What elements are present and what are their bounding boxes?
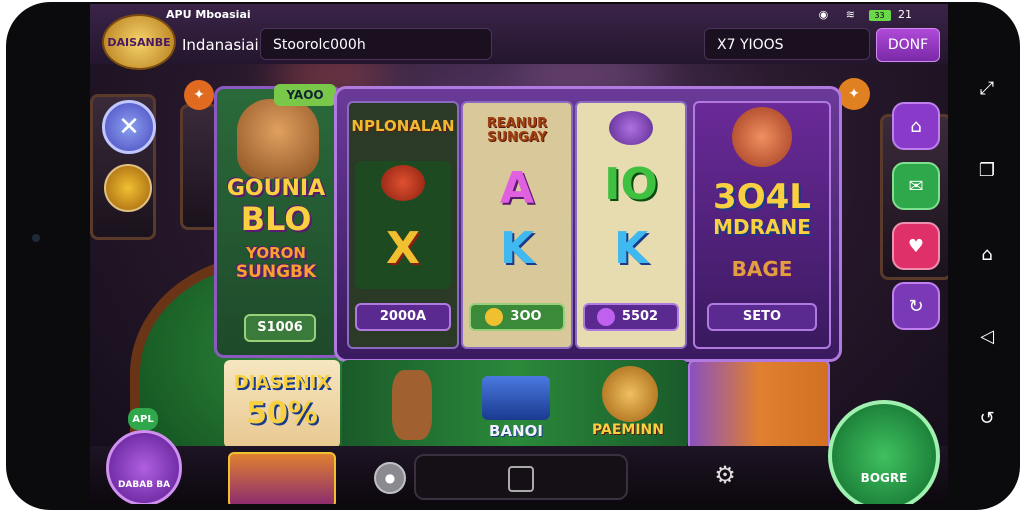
- premium-label: PAEMINN: [592, 422, 664, 438]
- card-title-1: GOUNIA: [226, 176, 326, 201]
- share-icon[interactable]: ↻: [892, 282, 940, 330]
- jackpot-panel: 3O4L MDRANE BAGE SETO: [693, 101, 831, 349]
- reel-value-text: 5502: [621, 309, 659, 324]
- lion-figure: [602, 366, 658, 422]
- reel-symbol: K: [613, 223, 649, 274]
- clock: 21: [898, 8, 912, 21]
- region-label: Indanasiai: [182, 36, 259, 54]
- card-label: YAOO: [274, 84, 336, 106]
- character-thumb[interactable]: [228, 452, 336, 504]
- home-square-icon: [508, 466, 534, 492]
- card-title-2: BLO: [240, 200, 312, 238]
- app-logo[interactable]: DAISANBE: [102, 14, 176, 70]
- code-field[interactable]: X7 YIOOS: [704, 28, 870, 60]
- coin-icon: [485, 308, 503, 326]
- window-icon[interactable]: ❐: [976, 160, 998, 182]
- potion-icon: [609, 111, 653, 145]
- card-value[interactable]: S1006: [244, 314, 316, 342]
- chip-button[interactable]: DABAB BA: [106, 430, 182, 504]
- phone-frame: DAISANBE APU Mboasiai Indanasiai Stoorol…: [6, 2, 1020, 510]
- reel-title: REANUR SUNGAY: [486, 116, 548, 145]
- logo-text: DAISANBE: [107, 35, 171, 49]
- close-icon[interactable]: ✕: [102, 100, 156, 154]
- apl-badge: APL: [128, 408, 158, 430]
- reel-1: NPLONALAN X 2000A: [347, 101, 459, 349]
- notification-icon: ◉: [818, 8, 829, 21]
- reel-value[interactable]: 5502: [583, 303, 679, 331]
- settings-icon[interactable]: ⚙: [710, 460, 740, 490]
- cards-icon: [482, 376, 550, 420]
- chip-icon[interactable]: ✦: [184, 80, 214, 110]
- character-portrait: [732, 107, 792, 167]
- game-strip[interactable]: BANOI PAEMINN: [342, 360, 688, 448]
- search-input[interactable]: Stoorolc000h: [260, 28, 492, 60]
- front-camera: [32, 234, 40, 242]
- gift-icon[interactable]: ♥: [892, 222, 940, 270]
- reel-value-text: 3OO: [510, 309, 542, 324]
- reel-title: NPLONALAN: [351, 117, 455, 135]
- jackpot-value[interactable]: SETO: [707, 303, 817, 331]
- tiger-mascot: [237, 99, 319, 179]
- reel-value[interactable]: 2000A: [355, 303, 451, 331]
- wifi-icon: ≋: [845, 8, 855, 21]
- badge-icon[interactable]: ✦: [838, 78, 870, 110]
- play-label: BOGRE: [860, 471, 908, 485]
- reel-frame: NPLONALAN X 2000A REANUR SUNGAY A K 3OO: [334, 86, 842, 362]
- promo-thumb[interactable]: DIASENIX 50%: [224, 360, 340, 448]
- chip-label: DABAB BA: [117, 480, 171, 490]
- meat-icon: [381, 165, 425, 201]
- expand-icon[interactable]: ⤢: [976, 78, 998, 100]
- reel-symbol-top: A: [499, 163, 535, 214]
- card-subtitle-1: YORON: [246, 244, 306, 262]
- coin-button[interactable]: ●: [374, 462, 406, 494]
- home-bar[interactable]: [414, 454, 628, 500]
- reel-window: X: [355, 161, 451, 289]
- home-icon[interactable]: ⌂: [892, 102, 940, 150]
- app-title: APU Mboasiai: [166, 8, 251, 21]
- promo-title: DIASENIX: [233, 372, 331, 393]
- jackpot-line-3: BAGE: [731, 257, 793, 281]
- coins-icon[interactable]: [104, 164, 152, 212]
- cat-figure: [392, 370, 432, 440]
- reel-value[interactable]: 3OO: [469, 303, 565, 331]
- reel-3: IO K 5502: [575, 101, 687, 349]
- chat-icon[interactable]: ✉: [892, 162, 940, 210]
- play-button[interactable]: BOGRE: [828, 400, 940, 504]
- tigers-thumb[interactable]: [688, 360, 830, 452]
- status-icons: ◉ ≋ 33 21: [819, 8, 912, 21]
- reel-symbol: X: [386, 223, 420, 274]
- rotate-icon[interactable]: ↺: [976, 408, 998, 430]
- done-button[interactable]: DONF: [876, 28, 940, 62]
- gem-icon: [597, 308, 615, 326]
- back-icon[interactable]: ◁: [976, 326, 998, 348]
- promo-value: 50%: [246, 396, 318, 431]
- card-subtitle-2: SUNGBK: [235, 262, 317, 282]
- jackpot-line-1: 3O4L: [713, 177, 811, 217]
- light-glow: [510, 62, 670, 82]
- game-screen: DAISANBE APU Mboasiai Indanasiai Stoorol…: [90, 4, 948, 504]
- jackpot-line-2: MDRANE: [713, 215, 811, 239]
- bank-label: BANOI: [489, 422, 543, 440]
- home-nav-icon[interactable]: ⌂: [976, 244, 998, 266]
- battery-icon: 33: [868, 9, 891, 21]
- reel-symbol-top: IO: [604, 159, 658, 210]
- reel-2: REANUR SUNGAY A K 3OO: [461, 101, 573, 349]
- reel-symbol: K: [499, 223, 535, 274]
